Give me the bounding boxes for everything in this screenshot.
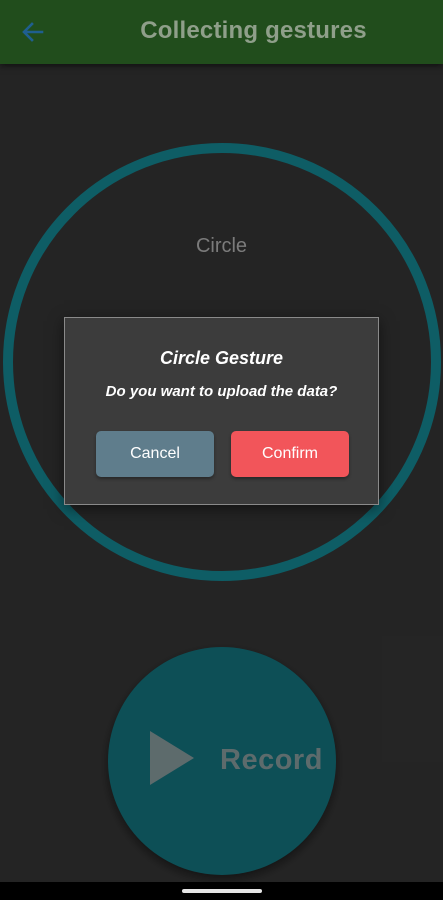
confirm-button[interactable]: Confirm	[231, 431, 349, 477]
upload-dialog: Circle Gesture Do you want to upload the…	[64, 317, 379, 505]
dialog-title: Circle Gesture	[159, 348, 284, 368]
gesture-screen: Collecting gestures Circle Record Circle…	[0, 0, 443, 900]
cancel-button[interactable]: Cancel	[96, 431, 214, 477]
home-pill[interactable]	[182, 889, 262, 893]
app-bar: Collecting gestures	[0, 0, 443, 64]
page-title: Collecting gestures	[140, 17, 367, 44]
dialog-message: Do you want to upload the data?	[105, 383, 338, 400]
system-nav-bar	[0, 882, 443, 900]
